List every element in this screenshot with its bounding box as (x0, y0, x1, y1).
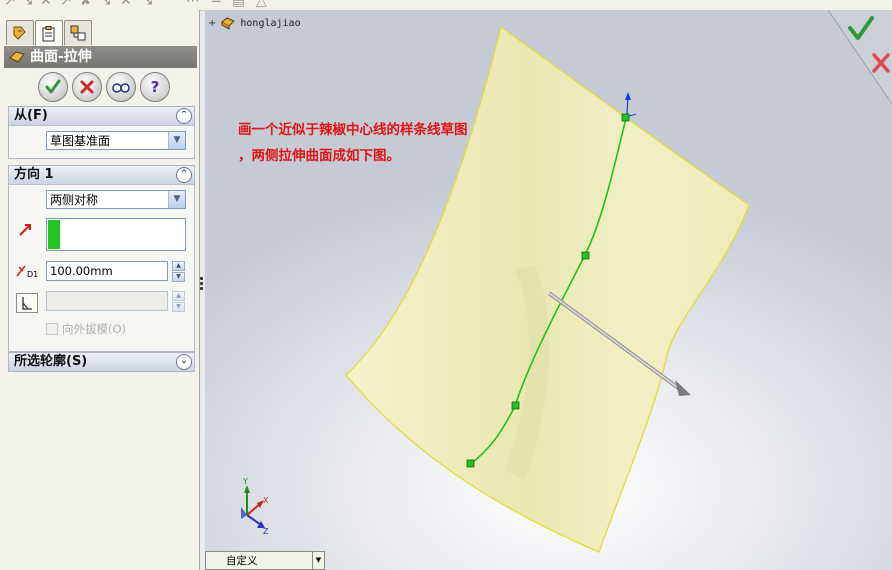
depth-value: 100.00mm (50, 264, 113, 278)
end-condition-select[interactable]: 两侧对称 ▼ (46, 190, 186, 209)
spline-point[interactable] (511, 401, 520, 410)
draft-toggle-button[interactable] (16, 293, 38, 313)
tab-feature-tree[interactable] (6, 20, 34, 45)
start-condition-value: 草图基准面 (50, 134, 111, 148)
tab-configuration-manager[interactable] (64, 20, 92, 45)
spline-point[interactable] (466, 459, 475, 468)
feature-title-bar: 曲面-拉伸 (4, 46, 197, 68)
direction-reference-box[interactable] (46, 218, 186, 251)
property-manager-icon (42, 25, 55, 41)
selected-contours-header[interactable]: 所选轮廓(S) ⌄ (9, 353, 194, 371)
preview-button[interactable] (106, 72, 136, 102)
feature-title: 曲面-拉伸 (30, 49, 92, 65)
direction1-group: 方向 1 ⌃ 两侧对称 ▼ D1 100.00mm ▲ ▼ ▲ ▼ 向外拔模(O… (8, 165, 195, 352)
chevron-down-icon[interactable]: ▼ (312, 552, 324, 569)
action-buttons: ? (38, 72, 170, 102)
preview-icon (112, 83, 130, 93)
cancel-icon (80, 80, 94, 94)
ok-button[interactable] (38, 72, 68, 102)
triad-z-label: Z (263, 527, 269, 536)
surface-extrude-icon (9, 51, 25, 63)
panel-splitter[interactable] (200, 277, 204, 292)
annotation-note: 画一个近似于辣椒中心线的样条线草图 ，两侧拉伸曲面成如下图。 (238, 117, 598, 169)
svg-text:?: ? (151, 78, 160, 96)
spline-point[interactable] (621, 113, 630, 122)
selected-contours-group: 所选轮廓(S) ⌄ (8, 352, 195, 372)
chevron-down-icon[interactable]: ▼ (168, 132, 185, 149)
draft-spinner[interactable]: ▲ ▼ (172, 291, 185, 312)
part-name: honglajiao (240, 17, 301, 29)
from-group: 从(F) ⌃ 草图基准面 ▼ (8, 106, 195, 159)
from-group-header[interactable]: 从(F) ⌃ (9, 107, 194, 126)
configuration-manager-icon (70, 25, 86, 41)
from-group-label: 从(F) (14, 108, 48, 123)
direction1-group-header[interactable]: 方向 1 ⌃ (9, 166, 194, 185)
reverse-direction-icon[interactable] (17, 222, 33, 238)
annotation-line-2: ，两侧拉伸曲面成如下图。 (238, 148, 400, 164)
help-button[interactable]: ? (140, 72, 170, 102)
confirmation-corner (828, 10, 892, 104)
feature-tree-icon (13, 26, 26, 40)
selected-contours-label: 所选轮廓(S) (14, 354, 88, 369)
triad-x-label: X (263, 496, 269, 505)
collapse-icon[interactable]: ⌃ (176, 108, 192, 124)
part-icon (221, 17, 236, 30)
depth-icon: D1 (16, 265, 38, 279)
cancel-button[interactable] (72, 72, 102, 102)
view-orientation-value: 自定义 (226, 555, 258, 567)
annotation-line-1: 画一个近似于辣椒中心线的样条线草图 (238, 122, 468, 138)
model-scene: Y X Z (241, 25, 750, 553)
start-condition-select[interactable]: 草图基准面 ▼ (46, 131, 186, 150)
help-icon: ? (151, 78, 160, 96)
tab-property-manager[interactable] (35, 20, 63, 46)
direction1-group-label: 方向 1 (14, 167, 54, 182)
draft-outward-label: 向外拔模(O) (62, 322, 127, 336)
depth-input[interactable]: 100.00mm (46, 261, 168, 281)
feature-tree-root[interactable]: + honglajiao (208, 16, 301, 30)
collapse-icon[interactable]: ⌃ (176, 167, 192, 183)
chevron-down-icon[interactable]: ▼ (168, 191, 185, 208)
depth-symbol: D1 (27, 270, 38, 279)
depth-spinner[interactable]: ▲ ▼ (172, 261, 185, 282)
view-orientation-select[interactable]: 自定义 ▼ (205, 551, 325, 570)
draft-angle-input[interactable] (46, 291, 168, 311)
spin-down-icon[interactable]: ▼ (172, 272, 185, 282)
manager-tabs (6, 20, 92, 46)
draft-outward-checkbox[interactable] (46, 323, 58, 335)
spin-up-icon[interactable]: ▲ (172, 291, 185, 301)
draft-outward-option[interactable]: 向外拔模(O) (46, 321, 126, 337)
property-manager-panel: 曲面-拉伸 ? 从(F) ⌃ 草图基准面 ▼ 方向 1 ⌃ 两侧对称 ▼ D1 … (0, 10, 200, 570)
triad-y-label: Y (242, 477, 248, 486)
ok-icon (45, 79, 61, 94)
extruded-surface[interactable] (345, 25, 750, 553)
coordinate-triad: Y X Z (241, 477, 269, 536)
direction-selection-indicator (48, 220, 60, 249)
spline-point[interactable] (581, 251, 590, 260)
spin-down-icon[interactable]: ▼ (172, 302, 185, 312)
expand-icon[interactable]: ⌄ (176, 354, 192, 370)
end-condition-value: 两侧对称 (50, 193, 99, 207)
expand-icon[interactable]: + (208, 18, 216, 29)
draft-icon (22, 297, 32, 310)
spin-up-icon[interactable]: ▲ (172, 261, 185, 271)
graphics-area[interactable]: Y X Z + honglajiao 画一个近似于辣椒中心线的样条线草图 ，两侧… (205, 10, 892, 570)
